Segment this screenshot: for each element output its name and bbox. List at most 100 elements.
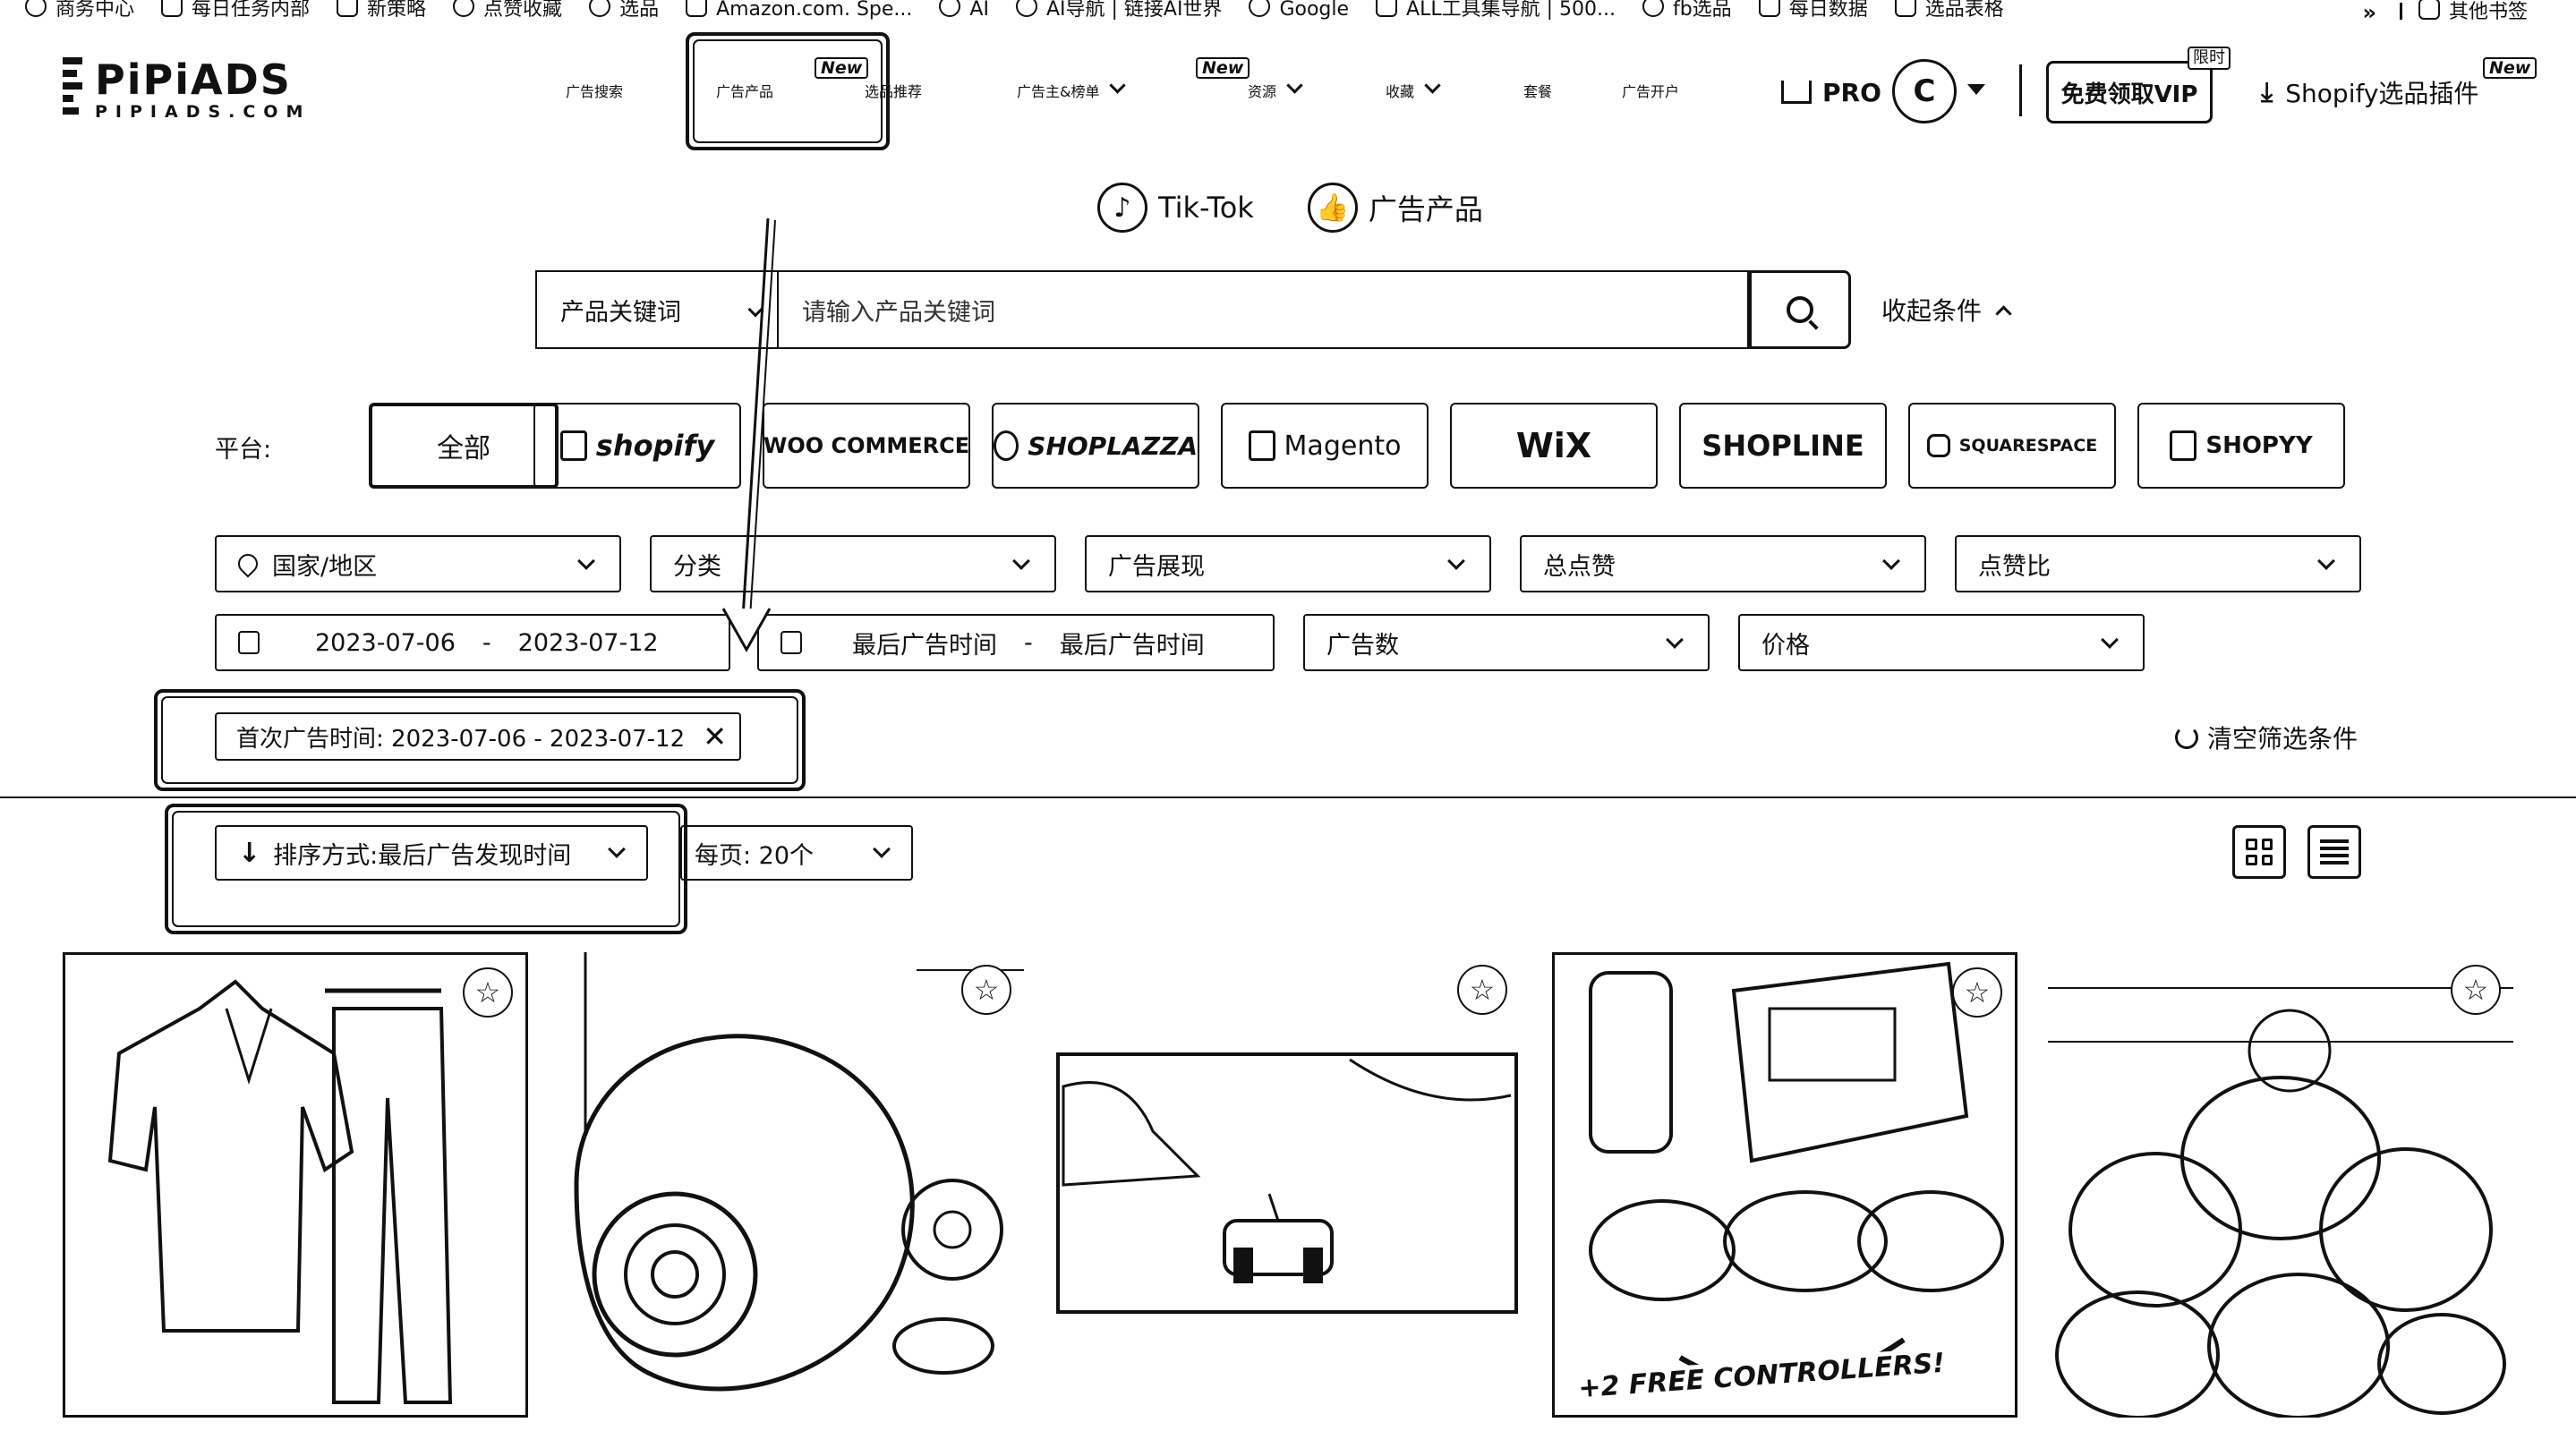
chevron-down-icon bbox=[1447, 552, 1465, 570]
nav-favorites[interactable]: 收藏 bbox=[1386, 70, 1441, 115]
platform-breadcrumb: ♪ Tik-Tok 👍 广告产品 bbox=[1097, 183, 1537, 233]
sort-select[interactable]: ↓ 排序方式:最后广告发现时间 bbox=[215, 825, 648, 881]
logo-subtext: PIPIADS.COM bbox=[95, 102, 311, 122]
like-ratio-filter[interactable]: 点赞比 bbox=[1955, 535, 2361, 592]
platform-option-woocommerce[interactable]: WOO COMMERCE bbox=[763, 403, 970, 489]
platform-option-shopyy[interactable]: SHOPYY bbox=[2137, 403, 2345, 489]
shopyy-icon bbox=[2170, 430, 2197, 461]
bookmarks-bar: 商务中心 每日任务内部 新策略 点赞收藏 选品 Amazon.com. Spe.… bbox=[0, 0, 2576, 20]
total-likes-filter[interactable]: 总点赞 bbox=[1520, 535, 1926, 592]
new-badge: New bbox=[1196, 57, 1250, 79]
platform-option-shopify[interactable]: shopify bbox=[533, 403, 741, 489]
product-card-nostalgia-stick[interactable]: +2 FREE CONTROLLERS! ☆ bbox=[1552, 952, 2017, 1418]
bookmarks-right: » 其他书签 bbox=[2362, 0, 2555, 20]
nav-ad-search[interactable]: 广告搜索 bbox=[566, 70, 623, 115]
product-card-rc-car[interactable]: ☆ bbox=[1054, 952, 1520, 1418]
shopify-bag-icon bbox=[559, 430, 587, 461]
limited-time-badge: 限时 bbox=[2188, 47, 2231, 70]
shopify-plugin-link[interactable]: ⤓ Shopify选品插件 bbox=[2261, 70, 2478, 115]
last-ad-date-range[interactable]: 最后广告时间 - 最后广告时间 bbox=[757, 614, 1275, 671]
product-card-clothing-set[interactable]: ☆ bbox=[63, 952, 528, 1418]
bookmark-item[interactable]: 点赞收藏 bbox=[453, 0, 562, 20]
other-bookmarks[interactable]: 其他书签 bbox=[2418, 0, 2528, 20]
bookmark-item[interactable]: 选品 bbox=[589, 0, 659, 20]
bookmark-item[interactable]: Amazon.com. Spe... bbox=[686, 0, 912, 20]
refresh-icon bbox=[2175, 726, 2198, 749]
bookmark-item[interactable]: 新策略 bbox=[337, 0, 426, 20]
product-image bbox=[2048, 987, 2513, 1418]
favorite-star-icon[interactable]: ☆ bbox=[463, 967, 513, 1018]
bookmark-item[interactable]: AI bbox=[939, 0, 989, 20]
favorite-star-icon[interactable]: ☆ bbox=[1457, 965, 1507, 1015]
ad-count-filter[interactable]: 广告数 bbox=[1303, 614, 1710, 671]
tiktok-icon bbox=[589, 0, 611, 17]
impressions-filter[interactable]: 广告展现 bbox=[1085, 535, 1491, 592]
coin-avatar[interactable]: C bbox=[1892, 59, 1957, 124]
country-filter[interactable]: 国家/地区 bbox=[215, 535, 621, 592]
list-icon bbox=[2320, 839, 2349, 865]
ai-nav-icon bbox=[1015, 0, 1037, 17]
grid-view-button[interactable] bbox=[2232, 825, 2286, 879]
nav-ad-products[interactable]: 广告产品 bbox=[716, 70, 773, 115]
platform-option-squarespace[interactable]: SQUARESPACE bbox=[1908, 403, 2116, 489]
thumbs-up-icon: 👍 bbox=[1307, 183, 1358, 233]
bookmark-item[interactable]: 选品表格 bbox=[1894, 0, 2004, 20]
list-view-button[interactable] bbox=[2307, 825, 2361, 879]
platform-option-wix[interactable]: WiX bbox=[1450, 403, 1658, 489]
bookmark-item[interactable]: 每日任务内部 bbox=[161, 0, 310, 20]
chevron-down-icon bbox=[1424, 77, 1441, 94]
favorite-star-icon[interactable]: ☆ bbox=[2451, 965, 2501, 1015]
nav-plans[interactable]: 套餐 bbox=[1523, 70, 1552, 115]
search-type-select[interactable]: 产品关键词 bbox=[535, 270, 777, 349]
bookmark-item[interactable]: Google bbox=[1249, 0, 1349, 20]
nav-ad-account[interactable]: 广告开户 bbox=[1622, 70, 1679, 115]
platform-option-magento[interactable]: Magento bbox=[1221, 403, 1429, 489]
search-icon bbox=[1787, 296, 1813, 323]
nav-resources[interactable]: 资源 bbox=[1248, 70, 1303, 115]
search-button[interactable] bbox=[1749, 270, 1851, 349]
first-ad-date-range[interactable]: 2023-07-06-2023-07-12 bbox=[215, 614, 730, 671]
favorite-star-icon[interactable]: ☆ bbox=[961, 965, 1011, 1015]
per-page-select[interactable]: 每页: 20个 bbox=[680, 825, 913, 881]
close-icon[interactable]: ✕ bbox=[703, 720, 727, 754]
bookmark-item[interactable]: 每日数据 bbox=[1758, 0, 1868, 20]
logo-text: PiPiADS bbox=[95, 55, 292, 104]
chevron-down-icon bbox=[1882, 552, 1900, 570]
platform-option-shopline[interactable]: SHOPLINE bbox=[1679, 403, 1887, 489]
platform-option-all[interactable]: 全部 bbox=[369, 403, 559, 489]
bookmark-item[interactable]: fb选品 bbox=[1642, 0, 1732, 20]
product-card-plush-toys[interactable]: ☆ bbox=[2048, 952, 2513, 1418]
price-filter[interactable]: 价格 bbox=[1738, 614, 2145, 671]
favorite-star-icon[interactable]: ☆ bbox=[1952, 967, 2002, 1018]
pro-link[interactable]: PRO bbox=[1781, 70, 1881, 115]
logo-mark-icon bbox=[63, 57, 82, 122]
chevron-down-icon bbox=[1109, 77, 1127, 94]
more-bookmarks-icon[interactable]: » bbox=[2362, 0, 2376, 20]
product-card-security-camera[interactable]: ☆ bbox=[559, 952, 1024, 1418]
nav-advertisers-rankings[interactable]: 广告主&榜单 bbox=[1017, 70, 1127, 115]
platform-label: 平台: bbox=[215, 436, 272, 464]
collapse-filters-toggle[interactable]: 收起条件 bbox=[1881, 288, 2012, 331]
search-input[interactable]: 请输入产品关键词 bbox=[777, 270, 1749, 349]
bookmark-item[interactable]: 商务中心 bbox=[25, 0, 134, 20]
pipiads-logo[interactable]: PiPiADS PIPIADS.COM bbox=[63, 57, 311, 122]
nav-divider bbox=[2019, 64, 2022, 116]
shoplazza-icon bbox=[994, 430, 1019, 461]
doc-icon bbox=[161, 0, 183, 17]
tab-ad-products[interactable]: 👍 广告产品 bbox=[1307, 183, 1483, 233]
clear-filters-button[interactable]: 清空筛选条件 bbox=[2175, 718, 2358, 757]
ai-icon bbox=[939, 0, 961, 17]
bookmark-item[interactable]: AI导航 | 链接AI世界 bbox=[1015, 0, 1222, 20]
nav-product-picks[interactable]: 选品推荐 bbox=[865, 70, 922, 115]
tiktok-icon: ♪ bbox=[1097, 183, 1147, 233]
chevron-down-icon bbox=[747, 302, 763, 318]
chevron-down-icon bbox=[577, 552, 595, 570]
google-icon bbox=[1249, 0, 1271, 17]
category-filter[interactable]: 分类 bbox=[650, 535, 1056, 592]
bookmark-item[interactable]: ALL工具集导航 | 500... bbox=[1376, 0, 1616, 20]
doc-icon bbox=[1758, 0, 1780, 17]
caret-down-icon[interactable] bbox=[1967, 84, 1985, 95]
tab-tiktok[interactable]: ♪ Tik-Tok bbox=[1097, 183, 1254, 233]
platform-option-shoplazza[interactable]: SHOPLAZZA bbox=[992, 403, 1199, 489]
free-vip-button[interactable]: 免费领取VIP bbox=[2046, 61, 2213, 124]
